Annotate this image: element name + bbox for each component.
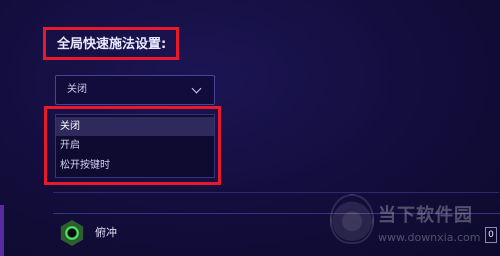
ability-icon-glyph — [64, 225, 80, 241]
quick-cast-select[interactable]: 关闭 — [55, 75, 215, 105]
ability-key-badge[interactable]: 0 — [485, 227, 497, 243]
dive-ability-icon — [60, 220, 84, 246]
watermark-url: www.downxia.com — [378, 231, 481, 244]
watermark-logo-icon — [330, 194, 374, 244]
left-edge-accent — [0, 205, 4, 256]
divider — [53, 192, 499, 193]
quick-cast-select-value: 关闭 — [67, 84, 87, 95]
chevron-down-icon — [191, 83, 202, 94]
section-title-highlight-box — [43, 27, 179, 60]
ability-name: 俯冲 — [95, 226, 117, 239]
watermark-title: 当下软件园 — [378, 205, 473, 226]
dropdown-highlight-box — [44, 106, 221, 185]
